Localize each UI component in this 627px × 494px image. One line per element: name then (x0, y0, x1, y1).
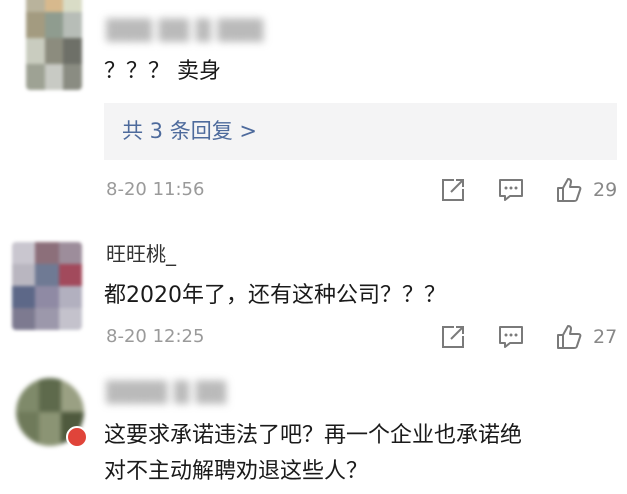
thumbs-up-icon[interactable] (556, 177, 582, 203)
username[interactable]: ▒▒▒▒ ▒ ▒▒ (106, 380, 226, 404)
comment-text-line: 这要求承诺违法了吧？再一个企业也承诺绝 (104, 423, 523, 448)
comment-icon[interactable] (498, 177, 524, 203)
thumbs-up-icon[interactable] (556, 324, 582, 350)
comment-text: 这要求承诺违法了吧？再一个企业也承诺绝 对不主动解聘劝退这些人？ (104, 418, 624, 490)
comment-icon[interactable] (498, 324, 524, 350)
view-replies-button[interactable]: 共 3 条回复 > (104, 103, 617, 160)
comment-2: 旺旺桃_ 都2020年了，还有这种公司？？？ 8-20 12:25 27 (0, 220, 627, 360)
like-count: 29 (593, 179, 618, 201)
timestamp: 8-20 11:56 (106, 179, 205, 200)
like-count: 27 (593, 326, 618, 348)
comment-3: ▒▒▒▒ ▒ ▒▒ 这要求承诺违法了吧？再一个企业也承诺绝 对不主动解聘劝退这些… (0, 360, 627, 494)
comment-meta: 8-20 11:56 29 (0, 175, 627, 205)
vip-badge (66, 426, 88, 448)
username[interactable]: 旺旺桃_ (106, 242, 176, 266)
avatar[interactable] (26, 0, 82, 90)
share-icon[interactable] (440, 324, 466, 350)
comment-text-line: 对不主动解聘劝退这些人？ (104, 459, 369, 484)
comment-text: ？？？ 卖身 (104, 59, 221, 84)
username[interactable]: ▒▒▒ ▒▒ ▒ ▒▒▒ (106, 18, 264, 42)
avatar[interactable] (12, 242, 82, 330)
share-icon[interactable] (440, 177, 466, 203)
comment-meta: 8-20 12:25 27 (0, 322, 627, 352)
comment-1: ▒▒▒ ▒▒ ▒ ▒▒▒ ？？？ 卖身 共 3 条回复 > 8-20 11:56… (0, 0, 627, 220)
timestamp: 8-20 12:25 (106, 326, 205, 347)
comment-text: 都2020年了，还有这种公司？？？ (104, 283, 446, 308)
